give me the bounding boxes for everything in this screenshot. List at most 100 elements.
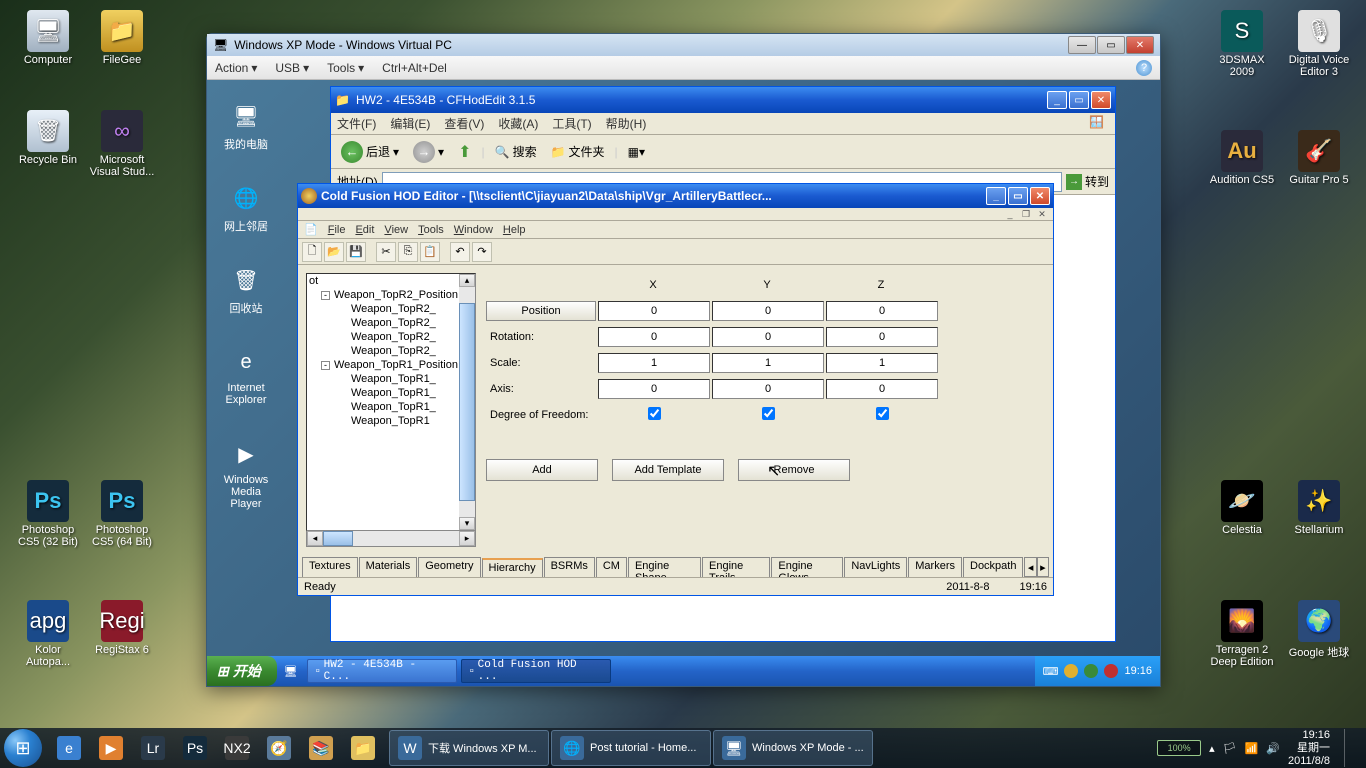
tray-arrow-icon[interactable]: ▴ bbox=[1209, 742, 1215, 755]
hod-titlebar[interactable]: Cold Fusion HOD Editor - [\\tsclient\C\j… bbox=[298, 184, 1053, 208]
scale-x-input[interactable]: 1 bbox=[598, 353, 710, 373]
running-xp-mode[interactable]: 🖥Windows XP Mode - ... bbox=[713, 730, 873, 766]
expl-minimize[interactable]: _ bbox=[1047, 91, 1067, 109]
pinned-ps[interactable]: Ps bbox=[175, 730, 215, 766]
axis-z-input[interactable]: 0 bbox=[826, 379, 938, 399]
desktop-icon-registax[interactable]: RegiRegiStax 6 bbox=[88, 600, 156, 656]
axis-y-input[interactable]: 0 bbox=[712, 379, 824, 399]
tray-shield-icon[interactable] bbox=[1064, 664, 1078, 678]
tab-dockpath[interactable]: Dockpath bbox=[963, 557, 1023, 577]
position-button[interactable]: Position bbox=[486, 301, 596, 321]
hierarchy-tree[interactable]: ot-Weapon_TopR2_PositionWeapon_TopR2_Wea… bbox=[306, 273, 476, 531]
expand-icon[interactable]: - bbox=[321, 361, 330, 370]
pinned-libs[interactable]: 📚 bbox=[301, 730, 341, 766]
position-z-input[interactable]: 0 bbox=[826, 301, 938, 321]
menu-edit[interactable]: 编辑(E) bbox=[390, 115, 430, 132]
hod-menu-window[interactable]: Window bbox=[454, 224, 493, 236]
views-button[interactable]: ▦▾ bbox=[624, 143, 649, 161]
ql-showdesktop[interactable]: 🖥 bbox=[281, 660, 301, 682]
tab-textures[interactable]: Textures bbox=[302, 557, 358, 577]
hod-menu-help[interactable]: Help bbox=[503, 224, 526, 236]
running-post-tutorial[interactable]: 🌐Post tutorial - Home... bbox=[551, 730, 711, 766]
explorer-titlebar[interactable]: 📁 HW2 - 4E534B - CFHodEdit 3.1.5 _ ▭ ✕ bbox=[331, 87, 1115, 113]
rotation-z-input[interactable]: 0 bbox=[826, 327, 938, 347]
position-y-input[interactable]: 0 bbox=[712, 301, 824, 321]
start-button[interactable]: ⊞ 开始 bbox=[207, 656, 277, 686]
forward-button[interactable]: → ▾ bbox=[409, 139, 448, 165]
tab-scroll-left[interactable]: ◂ bbox=[1024, 557, 1036, 577]
desktop-icon-recycle-bin[interactable]: 🗑Recycle Bin bbox=[14, 110, 82, 166]
scale-z-input[interactable]: 1 bbox=[826, 353, 938, 373]
desktop-icon-filegee[interactable]: 📁FileGee bbox=[88, 10, 156, 66]
desktop-icon-computer[interactable]: 🖥Computer bbox=[14, 10, 82, 66]
hod-menu-edit[interactable]: Edit bbox=[355, 224, 374, 236]
battery-indicator[interactable]: 100% bbox=[1157, 740, 1201, 756]
pinned-ie[interactable]: e bbox=[49, 730, 89, 766]
win7-clock[interactable]: 19:16 星期一 2011/8/8 bbox=[1288, 729, 1330, 768]
desktop-icon-audition[interactable]: AuAudition CS5 bbox=[1208, 130, 1276, 186]
tab-markers[interactable]: Markers bbox=[908, 557, 962, 577]
pinned-safari[interactable]: 🧭 bbox=[259, 730, 299, 766]
rotation-y-input[interactable]: 0 bbox=[712, 327, 824, 347]
tab-engine-glows[interactable]: Engine Glows bbox=[771, 557, 843, 577]
tree-node[interactable]: -Weapon_TopR1_Position bbox=[307, 358, 475, 372]
redo-icon[interactable]: ↷ bbox=[472, 242, 492, 262]
tab-engine-shape[interactable]: Engine Shape bbox=[628, 557, 701, 577]
new-icon[interactable]: 🗋 bbox=[302, 242, 322, 262]
pinned-wmp[interactable]: ▶ bbox=[91, 730, 131, 766]
menu-action[interactable]: Action ▾ bbox=[215, 61, 257, 75]
dof-y-checkbox[interactable] bbox=[762, 407, 775, 420]
hod-close[interactable]: ✕ bbox=[1030, 187, 1050, 205]
menu-tools[interactable]: 工具(T) bbox=[552, 115, 591, 132]
desktop-icon-kolor[interactable]: apgKolor Autopa... bbox=[14, 600, 82, 668]
desktop-icon-ps64[interactable]: PsPhotoshop CS5 (64 Bit) bbox=[88, 480, 156, 548]
desktop-icon-dve[interactable]: 🎙Digital Voice Editor 3 bbox=[1285, 10, 1353, 78]
tree-node[interactable]: Weapon_TopR2_ bbox=[307, 344, 475, 358]
menu-usb[interactable]: USB ▾ bbox=[275, 61, 309, 75]
tree-node[interactable]: Weapon_TopR1_ bbox=[307, 386, 475, 400]
desktop-icon-stellarium[interactable]: ✨Stellarium bbox=[1285, 480, 1353, 536]
minimize-button[interactable]: — bbox=[1068, 36, 1096, 54]
taskbar-hodeditor-task[interactable]: ▫Cold Fusion HOD ... bbox=[461, 659, 611, 683]
position-x-input[interactable]: 0 bbox=[598, 301, 710, 321]
search-button[interactable]: 🔍 搜索 bbox=[491, 141, 541, 162]
wifi-icon[interactable]: 📶 bbox=[1245, 742, 1259, 755]
desktop-icon-3dsmax[interactable]: S3DSMAX 2009 bbox=[1208, 10, 1276, 78]
hod-menu-file[interactable]: File bbox=[328, 224, 346, 236]
tree-hscroll[interactable]: ◂▸ bbox=[306, 531, 476, 547]
tab-geometry[interactable]: Geometry bbox=[418, 557, 480, 577]
pinned-nx2[interactable]: NX2 bbox=[217, 730, 257, 766]
tree-vscroll[interactable]: ▴▾ bbox=[459, 274, 475, 530]
pinned-explorer[interactable]: 📁 bbox=[343, 730, 383, 766]
hod-menu-view[interactable]: View bbox=[384, 224, 408, 236]
desktop-icon-google-earth[interactable]: 🌍Google 地球 bbox=[1285, 600, 1353, 660]
guest-icon-my-computer[interactable]: 🖥我的电脑 bbox=[219, 98, 273, 152]
go-button[interactable]: →转到 bbox=[1066, 173, 1109, 190]
show-desktop-button[interactable] bbox=[1344, 729, 1356, 767]
hod-maximize[interactable]: ▭ bbox=[1008, 187, 1028, 205]
mdi-minimize[interactable]: _ bbox=[1003, 209, 1017, 220]
tree-node[interactable]: -Weapon_TopR2_Position bbox=[307, 288, 475, 302]
tree-node[interactable]: Weapon_TopR1 bbox=[307, 414, 475, 428]
menu-tools[interactable]: Tools ▾ bbox=[327, 61, 364, 75]
up-button[interactable]: ⬆ bbox=[454, 140, 475, 164]
expl-close[interactable]: ✕ bbox=[1091, 91, 1111, 109]
tab-engine-trails[interactable]: Engine Trails bbox=[702, 557, 770, 577]
axis-x-input[interactable]: 0 bbox=[598, 379, 710, 399]
mdi-restore[interactable]: ❐ bbox=[1019, 209, 1033, 220]
tree-node[interactable]: ot bbox=[307, 274, 475, 288]
start-orb[interactable]: ⊞ bbox=[4, 729, 42, 767]
tab-bsrms[interactable]: BSRMs bbox=[544, 557, 595, 577]
folders-button[interactable]: 📁 文件夹 bbox=[547, 141, 609, 162]
hod-menu-tools[interactable]: Tools bbox=[418, 224, 444, 236]
expand-icon[interactable]: - bbox=[321, 291, 330, 300]
add-template-button[interactable]: Add Template bbox=[612, 459, 724, 481]
desktop-icon-celestia[interactable]: 🪐Celestia bbox=[1208, 480, 1276, 536]
menu-favorites[interactable]: 收藏(A) bbox=[498, 115, 538, 132]
desktop-icon-guitarpro[interactable]: 🎸Guitar Pro 5 bbox=[1285, 130, 1353, 186]
keyboard-icon[interactable]: ⌨ bbox=[1043, 665, 1059, 678]
tree-node[interactable]: Weapon_TopR2_ bbox=[307, 330, 475, 344]
vpc-titlebar[interactable]: 🖥 Windows XP Mode - Windows Virtual PC —… bbox=[207, 34, 1160, 56]
tab-navlights[interactable]: NavLights bbox=[844, 557, 907, 577]
mdi-close[interactable]: ✕ bbox=[1035, 209, 1049, 220]
